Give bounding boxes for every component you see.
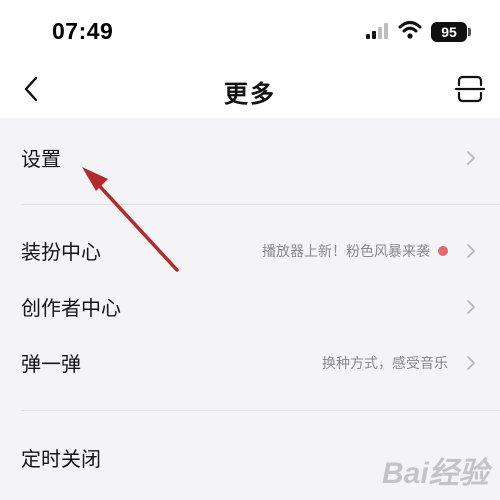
back-button[interactable] — [18, 74, 48, 104]
status-bar: 07:49 95 — [0, 0, 500, 62]
divider — [21, 410, 500, 411]
divider — [21, 204, 500, 205]
watermark: Bai经验 — [378, 440, 496, 496]
menu-item-bounce[interactable]: 弹一弹 换种方式，感受音乐 — [0, 336, 500, 390]
back-chevron-icon — [24, 76, 38, 102]
watermark-text: Bai经验 — [382, 457, 489, 490]
chevron-right-icon — [467, 356, 475, 370]
menu-item-creator-center[interactable]: 创作者中心 — [0, 280, 500, 334]
status-time: 07:49 — [52, 18, 114, 44]
new-badge-dot — [438, 246, 448, 256]
menu-item-label: 创作者中心 — [21, 296, 121, 320]
menu-item-label: 定时关闭 — [21, 447, 101, 471]
wifi-icon — [398, 21, 422, 39]
menu-item-hint: 播放器上新！粉色风暴来袭 — [262, 241, 448, 261]
scan-button[interactable] — [454, 74, 486, 104]
menu-item-label: 弹一弹 — [21, 352, 81, 376]
menu-item-hint: 换种方式，感受音乐 — [322, 356, 448, 372]
chevron-right-icon — [467, 151, 475, 165]
scan-icon — [454, 75, 486, 103]
nav-bar: 更多 — [0, 62, 500, 118]
battery-indicator: 95 — [431, 22, 467, 42]
menu-item-settings[interactable]: 设置 — [0, 131, 500, 185]
promo-text: 播放器上新！粉色风暴来袭 — [262, 244, 430, 260]
signal-bars-icon — [366, 23, 388, 39]
menu-item-dress-up-center[interactable]: 装扮中心 播放器上新！粉色风暴来袭 — [0, 224, 500, 278]
chevron-right-icon — [467, 244, 475, 258]
page-title: 更多 — [224, 80, 276, 108]
battery-cap — [468, 28, 471, 36]
chevron-right-icon — [467, 300, 475, 314]
menu-item-label: 装扮中心 — [21, 240, 101, 264]
menu-item-label: 设置 — [21, 147, 61, 171]
